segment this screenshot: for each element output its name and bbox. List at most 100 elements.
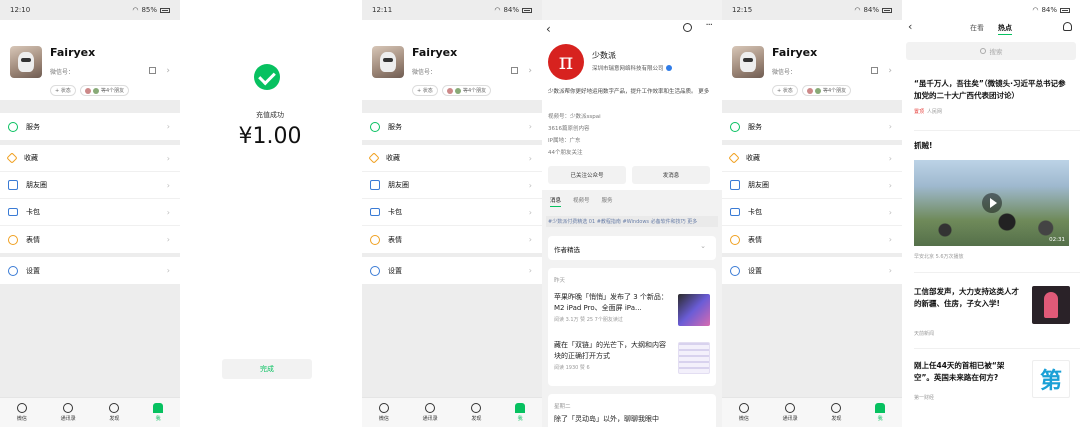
friend-avatar: [93, 87, 99, 94]
menu-item-cards[interactable]: 卡包 ›: [722, 199, 902, 226]
status-button[interactable]: + 状态: [412, 85, 438, 96]
qr-code-icon[interactable]: [871, 67, 878, 74]
news-thumbnail: 第: [1032, 360, 1070, 398]
tab-trending[interactable]: 热点: [998, 23, 1012, 35]
account-tabs: 消息 视频号 服务: [550, 196, 613, 207]
friends-status[interactable]: 等4个朋友: [442, 85, 492, 96]
menu-item-cards[interactable]: 卡包 ›: [362, 199, 542, 226]
author-picks[interactable]: 作者精选 ⌄: [548, 236, 716, 260]
search-input[interactable]: 搜索: [906, 42, 1076, 60]
menu-item-cards[interactable]: 卡包 ›: [0, 199, 180, 226]
news-item-title[interactable]: “虽千万人，吾往矣”（微镜头·习近平总书记参加党的二十大广西代表团讨论）: [914, 78, 1072, 102]
article-item[interactable]: 苹果昨晚「悄悄」发布了 3 个新品：M2 iPad Pro、全面屏 iPa...…: [548, 288, 716, 336]
profile-header[interactable]: Fairyex 微信号： › + 状态 等4个朋友: [362, 20, 542, 100]
friend-avatar: [447, 87, 453, 94]
qr-code-icon[interactable]: [149, 67, 156, 74]
menu-item-services[interactable]: 服务 ›: [722, 113, 902, 140]
friends-status[interactable]: 等4个朋友: [80, 85, 130, 96]
menu-item-moments[interactable]: 朋友圈 ›: [0, 172, 180, 199]
account-channel[interactable]: 视频号：少数派sspai: [548, 112, 601, 120]
tab-me[interactable]: 我: [875, 403, 886, 422]
more-icon[interactable]: ···: [705, 20, 712, 31]
chevron-right-icon: ›: [888, 207, 892, 217]
favorites-icon: [368, 152, 380, 164]
moments-icon: [370, 180, 380, 190]
profile-header[interactable]: Fairyex 微信号： › + 状态 等4个朋友: [0, 20, 180, 100]
menu-item-moments[interactable]: 朋友圈 ›: [722, 172, 902, 199]
tab-chats[interactable]: 微信: [378, 403, 389, 422]
avatar[interactable]: [732, 46, 764, 78]
menu-item-settings[interactable]: 设置 ›: [0, 257, 180, 284]
profile-name: Fairyex: [772, 46, 818, 59]
search-icon[interactable]: [683, 23, 692, 32]
chevron-right-icon: ›: [888, 235, 892, 244]
menu-item-stickers[interactable]: 表情 ›: [0, 226, 180, 253]
tab-contacts[interactable]: 通讯录: [423, 403, 438, 422]
gear-icon: [730, 265, 740, 276]
followed-button[interactable]: 已关注公众号: [548, 166, 626, 184]
play-icon[interactable]: [982, 193, 1002, 213]
battery-icon: [522, 7, 532, 13]
topic-tags[interactable]: #少数派付费精选 01 #教程指南 #Windows 必备软件和技巧 更多: [546, 216, 718, 227]
compass-icon: [471, 403, 482, 413]
article-thumbnail: [678, 342, 710, 374]
tab-discover[interactable]: 发现: [471, 403, 481, 422]
tab-discover[interactable]: 发现: [831, 403, 841, 422]
menu-item-services[interactable]: 服务 ›: [362, 113, 542, 140]
article-list: 星期二 除了「灵动岛」以外，聊聊我眼中: [548, 394, 716, 427]
video-thumbnail[interactable]: 02:31: [914, 160, 1069, 246]
profile-header[interactable]: Fairyex 微信号： › + 状态 等4个朋友: [722, 20, 902, 100]
me-page-1: 12:10 ◠ 85% Fairyex 微信号： › + 状态 等4个朋友 服务…: [0, 0, 180, 427]
payment-amount: ¥1.00: [238, 124, 302, 149]
back-arrow-icon[interactable]: ‹: [546, 22, 551, 36]
friend-avatar: [85, 87, 91, 94]
menu-item-moments[interactable]: 朋友圈 ›: [362, 172, 542, 199]
tab-following[interactable]: 在看: [970, 23, 984, 33]
news-item-title[interactable]: 刚上任44天的首相已被“架空”。英国未来路在何方?: [914, 360, 1024, 384]
avatar[interactable]: [372, 46, 404, 78]
menu-group-services: 服务 ›: [362, 113, 542, 140]
menu-item-stickers[interactable]: 表情 ›: [722, 226, 902, 253]
send-message-button[interactable]: 发消息: [632, 166, 710, 184]
friends-status[interactable]: 等4个朋友: [802, 85, 852, 96]
news-source: 天前新闻: [914, 331, 935, 337]
tab-discover[interactable]: 发现: [109, 403, 119, 422]
battery-icon: [882, 7, 892, 13]
tab-services[interactable]: 服务: [602, 196, 613, 207]
tab-contacts[interactable]: 通讯录: [61, 403, 76, 422]
menu-item-favorites[interactable]: 收藏 ›: [362, 145, 542, 172]
tab-chats[interactable]: 微信: [16, 403, 27, 422]
back-arrow-icon[interactable]: ‹: [908, 20, 912, 33]
favorites-icon: [728, 152, 740, 164]
status-button[interactable]: + 状态: [772, 85, 798, 96]
person-icon[interactable]: [1063, 22, 1072, 31]
tab-me[interactable]: 我: [153, 403, 164, 422]
avatar[interactable]: [10, 46, 42, 78]
article-item[interactable]: 藏在「双链」的光芒下，大纲和内容块的正确打开方式 阅读 1930 赞 6: [548, 336, 716, 384]
date-label: 星期二: [554, 404, 571, 410]
qr-code-icon[interactable]: [511, 67, 518, 74]
official-account-page: ‹ ··· π 少数派 深圳市瑞意网络科技有限公司 少数派帮你更好地运用数字产品…: [542, 0, 722, 427]
contacts-icon: [63, 403, 74, 413]
tab-chats[interactable]: 微信: [738, 403, 749, 422]
menu-item-favorites[interactable]: 收藏 ›: [722, 145, 902, 172]
news-source: 置顶 人民网: [914, 109, 943, 115]
status-time: 12:11: [372, 6, 393, 14]
status-button[interactable]: + 状态: [50, 85, 76, 96]
article-item[interactable]: 除了「灵动岛」以外，聊聊我眼中: [548, 414, 716, 427]
tab-contacts[interactable]: 通讯录: [783, 403, 798, 422]
card-icon: [370, 208, 380, 216]
menu-group-main: 收藏 › 朋友圈 › 卡包 › 表情 ›: [362, 145, 542, 253]
tab-channels[interactable]: 视频号: [573, 196, 590, 207]
menu-item-settings[interactable]: 设置 ›: [722, 257, 902, 284]
news-item-title[interactable]: 工信部发声，大力支持这类人才的新疆、住房，子女入学!: [914, 286, 1024, 310]
menu-item-stickers[interactable]: 表情 ›: [362, 226, 542, 253]
tab-me[interactable]: 我: [515, 403, 526, 422]
menu-item-settings[interactable]: 设置 ›: [362, 257, 542, 284]
tab-messages[interactable]: 消息: [550, 196, 562, 207]
news-item-title[interactable]: 抓贼!: [914, 140, 1072, 152]
done-button[interactable]: 完成: [222, 359, 312, 379]
menu-item-favorites[interactable]: 收藏 ›: [0, 145, 180, 172]
chevron-right-icon: ›: [166, 266, 170, 275]
menu-item-services[interactable]: 服务 ›: [0, 113, 180, 140]
